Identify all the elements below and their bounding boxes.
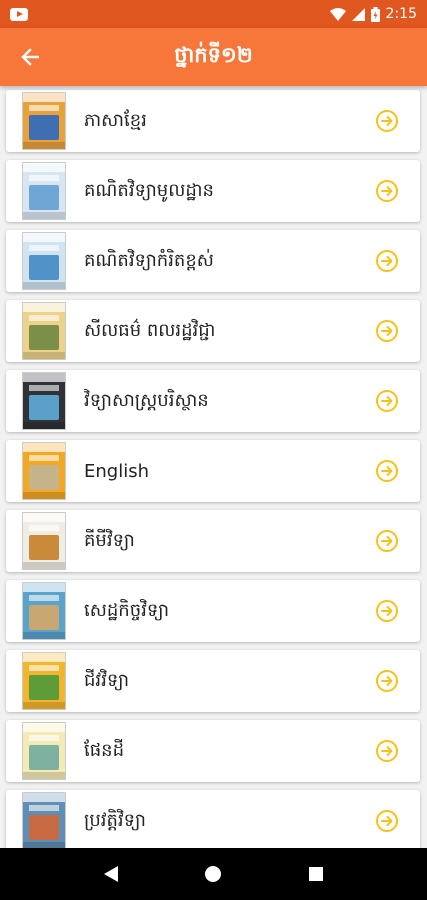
book-cover-image bbox=[22, 232, 66, 290]
signal-icon bbox=[351, 7, 365, 21]
open-subject-button[interactable] bbox=[374, 668, 400, 694]
subject-label: សេដ្ឋកិច្ចវិទ្យា bbox=[84, 599, 170, 621]
subject-label: គណិតវិទ្យាកំរិតខ្ពស់ bbox=[84, 249, 214, 271]
navigation-bar bbox=[0, 848, 427, 900]
book-cover-image bbox=[22, 512, 66, 570]
subject-item[interactable]: ប្រវត្តិវិទ្យា bbox=[6, 790, 420, 848]
subject-label: English bbox=[84, 460, 149, 482]
arrow-right-circle-icon bbox=[376, 740, 398, 762]
open-subject-button[interactable] bbox=[374, 318, 400, 344]
subject-label: គណិតវិទ្យាមូលដ្ឋាន bbox=[84, 179, 214, 201]
subject-item[interactable]: English bbox=[6, 440, 420, 502]
subject-item[interactable]: គីមីវិទ្យា bbox=[6, 510, 420, 572]
subject-item[interactable]: សីលធម៌ ពលរដ្ឋវិជ្ជា bbox=[6, 300, 420, 362]
book-cover-image bbox=[22, 442, 66, 500]
book-cover-image bbox=[22, 582, 66, 640]
nav-recents-button[interactable] bbox=[296, 854, 336, 894]
open-subject-button[interactable] bbox=[374, 598, 400, 624]
page-title: ថ្នាក់ទី១២ bbox=[174, 42, 253, 67]
youtube-icon bbox=[10, 7, 28, 21]
subject-item[interactable]: វិទ្យាសាស្ត្របរិស្ថាន bbox=[6, 370, 420, 432]
app-bar: ថ្នាក់ទី១២ bbox=[0, 28, 427, 86]
back-triangle-icon bbox=[104, 866, 119, 882]
open-subject-button[interactable] bbox=[374, 738, 400, 764]
open-subject-button[interactable] bbox=[374, 528, 400, 554]
open-subject-button[interactable] bbox=[374, 248, 400, 274]
nav-back-button[interactable] bbox=[91, 854, 131, 894]
arrow-right-circle-icon bbox=[376, 320, 398, 342]
subject-list[interactable]: ភាសាខ្មែរគណិតវិទ្យាមូលដ្ឋានគណិតវិទ្យាកំរ… bbox=[0, 86, 427, 848]
recents-square-icon bbox=[308, 867, 323, 881]
arrow-right-circle-icon bbox=[376, 670, 398, 692]
subject-item[interactable]: ភាសាខ្មែរ bbox=[6, 90, 420, 152]
subject-item[interactable]: គណិតវិទ្យាកំរិតខ្ពស់ bbox=[6, 230, 420, 292]
arrow-right-circle-icon bbox=[376, 530, 398, 552]
subject-label: សីលធម៌ ពលរដ្ឋវិជ្ជា bbox=[84, 319, 216, 341]
subject-label: គីមីវិទ្យា bbox=[84, 529, 135, 551]
open-subject-button[interactable] bbox=[374, 108, 400, 134]
subject-item[interactable]: សេដ្ឋកិច្ចវិទ្យា bbox=[6, 580, 420, 642]
arrow-right-circle-icon bbox=[376, 390, 398, 412]
status-right: 2:15 bbox=[329, 6, 417, 22]
nav-home-button[interactable] bbox=[193, 854, 233, 894]
arrow-right-circle-icon bbox=[376, 810, 398, 832]
arrow-right-circle-icon bbox=[376, 600, 398, 622]
open-subject-button[interactable] bbox=[374, 178, 400, 204]
subject-label: ភាសាខ្មែរ bbox=[84, 109, 147, 131]
home-circle-icon bbox=[205, 866, 222, 882]
open-subject-button[interactable] bbox=[374, 388, 400, 414]
subject-label: ផែនដី bbox=[84, 739, 124, 761]
book-cover-image bbox=[22, 372, 66, 430]
arrow-right-circle-icon bbox=[376, 180, 398, 202]
arrow-right-circle-icon bbox=[376, 250, 398, 272]
arrow-left-icon bbox=[21, 48, 39, 66]
book-cover-image bbox=[22, 302, 66, 360]
book-cover-image bbox=[22, 792, 66, 848]
wifi-icon bbox=[329, 7, 346, 21]
status-bar: 2:15 bbox=[0, 0, 427, 28]
subject-label: វិទ្យាសាស្ត្របរិស្ថាន bbox=[84, 389, 209, 411]
open-subject-button[interactable] bbox=[374, 458, 400, 484]
subject-label: ប្រវត្តិវិទ្យា bbox=[84, 809, 146, 831]
subject-item[interactable]: ផែនដី bbox=[6, 720, 420, 782]
status-time: 2:15 bbox=[385, 6, 417, 22]
subject-item[interactable]: គណិតវិទ្យាមូលដ្ឋាន bbox=[6, 160, 420, 222]
subject-item[interactable]: ជីវវិទ្យា bbox=[6, 650, 420, 712]
back-button[interactable] bbox=[14, 41, 46, 73]
book-cover-image bbox=[22, 722, 66, 780]
book-cover-image bbox=[22, 162, 66, 220]
book-cover-image bbox=[22, 92, 66, 150]
status-left bbox=[10, 7, 28, 21]
open-subject-button[interactable] bbox=[374, 808, 400, 834]
arrow-right-circle-icon bbox=[376, 110, 398, 132]
battery-icon bbox=[370, 6, 380, 22]
book-cover-image bbox=[22, 652, 66, 710]
arrow-right-circle-icon bbox=[376, 460, 398, 482]
subject-label: ជីវវិទ្យា bbox=[84, 669, 130, 691]
